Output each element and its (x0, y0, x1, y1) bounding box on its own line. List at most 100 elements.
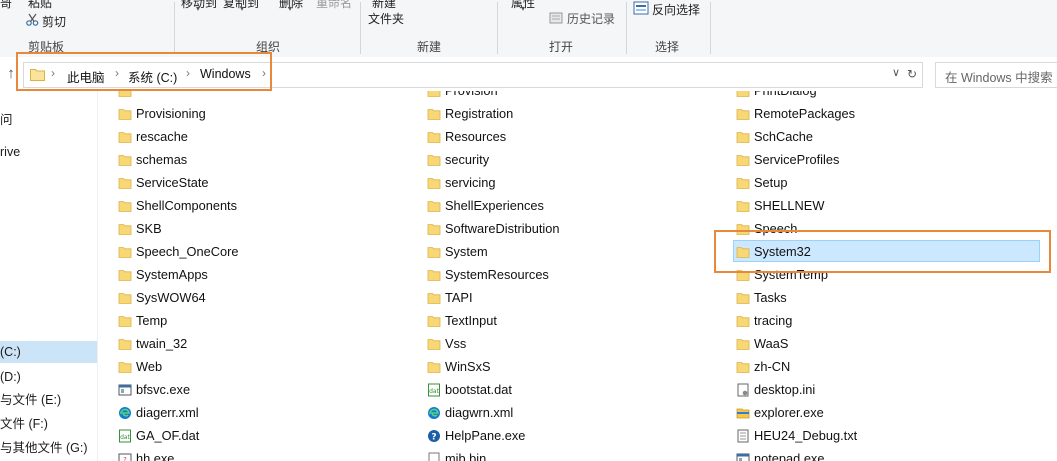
file-item-label: twain_32 (136, 336, 188, 351)
file-item-label: Provision (445, 91, 498, 101)
file-item-label: SystemResources (445, 267, 549, 282)
folder-icon (427, 106, 441, 120)
folder-icon (427, 267, 441, 281)
file-item-label: Web (136, 359, 163, 374)
file-list: Provisioning rescache schemas ServiceState S… (98, 91, 1057, 461)
folder-icon (118, 129, 132, 143)
ribbon-divider (360, 2, 361, 54)
folder-icon (736, 91, 750, 97)
file-item-label: PrintDialog (754, 91, 817, 101)
file-item-label: WaaS (754, 336, 789, 351)
refresh-icon[interactable]: ↻ (907, 67, 917, 81)
application-icon (736, 451, 750, 461)
nav-item-drive-d[interactable]: (D:) (0, 366, 97, 388)
file-item-label: ShellComponents (136, 198, 238, 213)
chevron-down-icon: ▾ (521, 4, 526, 13)
text-file-icon (736, 428, 750, 443)
folder-icon (427, 129, 441, 143)
new-folder-button[interactable]: 文件夹 (368, 10, 404, 27)
search-input[interactable]: 在 Windows 中搜索 (935, 62, 1057, 88)
nav-item-drive-f[interactable]: 文件 (F:) (0, 413, 97, 435)
explorer-icon (736, 405, 750, 419)
file-item-label: ServiceProfiles (754, 152, 840, 167)
file-item-label: mib.bin (445, 451, 487, 461)
file-item-label: TextInput (445, 313, 497, 328)
pin-label[interactable]: 哥 (0, 0, 12, 11)
nav-item-drive-c[interactable]: (C:) (0, 341, 97, 363)
nav-item[interactable]: rive (0, 141, 97, 163)
svg-text:dat: dat (120, 434, 130, 441)
file-item-label: Registration (445, 106, 514, 121)
nav-item-label: (D:) (0, 370, 21, 384)
navigation-pane: 问 rive (C:) (D:) 与文件 (E:) 文件 (F:) 与其他文件 … (0, 91, 97, 461)
nav-item-label: rive (0, 145, 21, 159)
folder-icon (736, 152, 750, 166)
folder-icon (118, 221, 132, 235)
folder-icon (427, 175, 441, 189)
folder-icon (427, 313, 441, 327)
file-item-label: Setup (754, 175, 788, 190)
folder-icon (118, 91, 132, 97)
svg-text:?: ? (123, 456, 127, 461)
select-group-label: 选择 (655, 40, 680, 54)
nav-item-label: 与其他文件 (G:) (0, 441, 88, 455)
ribbon-divider (174, 2, 175, 54)
file-item-label: schemas (136, 152, 188, 167)
new-group-label: 新建 (417, 40, 442, 54)
file-item-label: security (445, 152, 490, 167)
history-button[interactable]: 历史记录 (567, 10, 615, 27)
folder-icon (118, 290, 132, 304)
nav-item-label: 问 (0, 113, 13, 127)
folder-icon (427, 91, 441, 97)
folder-icon (118, 359, 132, 373)
folder-icon (118, 313, 132, 327)
file-item-label: diagerr.xml (136, 405, 199, 420)
history-icon (549, 11, 563, 28)
chevron-down-icon[interactable]: ∨ (892, 66, 900, 79)
scissors-icon (26, 13, 39, 29)
file-item-label: desktop.ini (754, 382, 816, 397)
file-item-label: SystemApps (136, 267, 208, 282)
folder-icon (427, 152, 441, 166)
file-item-label: Resources (445, 129, 507, 144)
folder-icon (736, 336, 750, 350)
file-item-label: diagwrn.xml (445, 405, 514, 420)
search-placeholder: 在 Windows 中搜索 (945, 71, 1053, 85)
file-item-label: WinSxS (445, 359, 491, 374)
folder-icon (427, 244, 441, 258)
folder-icon (736, 175, 750, 189)
data-file-icon: dat (118, 428, 132, 443)
file-item-label: Speech_OneCore (136, 244, 239, 259)
open-group-label: 打开 (549, 40, 574, 54)
paste-button[interactable]: 粘贴 (28, 0, 52, 11)
file-item-label: tracing (754, 313, 793, 328)
ribbon: 哥 粘贴 剪切 剪贴板 移动到 复制到 删除 重命名 ▾ ▾ ▾ 组织 新建 文… (0, 0, 1057, 58)
help-icon: ? (427, 428, 441, 443)
chevron-down-icon: ▾ (288, 4, 293, 13)
ribbon-divider (626, 2, 627, 54)
file-item-label: Vss (445, 336, 467, 351)
file-item-label: TAPI (445, 290, 473, 305)
chevron-down-icon: ▾ (240, 4, 245, 13)
folder-icon (736, 129, 750, 143)
chevron-down-icon: ▾ (196, 4, 201, 13)
nav-item[interactable]: 问 (0, 109, 97, 131)
folder-icon (427, 221, 441, 235)
folder-icon (736, 313, 750, 327)
rename-button[interactable]: 重命名 (316, 0, 352, 11)
file-item-label: bootstat.dat (445, 382, 512, 397)
edge-xml-icon (118, 405, 132, 419)
file-item-label: ShellExperiences (445, 198, 544, 213)
file-item-label: SKB (136, 221, 162, 236)
folder-icon (736, 359, 750, 373)
file-item-label: zh-CN (754, 359, 791, 374)
folder-icon (427, 198, 441, 212)
svg-text:dat: dat (429, 388, 439, 395)
nav-item-drive-g[interactable]: 与其他文件 (G:) (0, 437, 97, 459)
cut-button[interactable]: 剪切 (42, 13, 66, 30)
nav-item-drive-e[interactable]: 与文件 (E:) (0, 389, 97, 411)
ribbon-divider (710, 2, 711, 54)
system32-highlight-box (714, 230, 1051, 273)
application-icon (118, 382, 132, 396)
invert-selection-button[interactable]: 反向选择 (652, 1, 700, 18)
